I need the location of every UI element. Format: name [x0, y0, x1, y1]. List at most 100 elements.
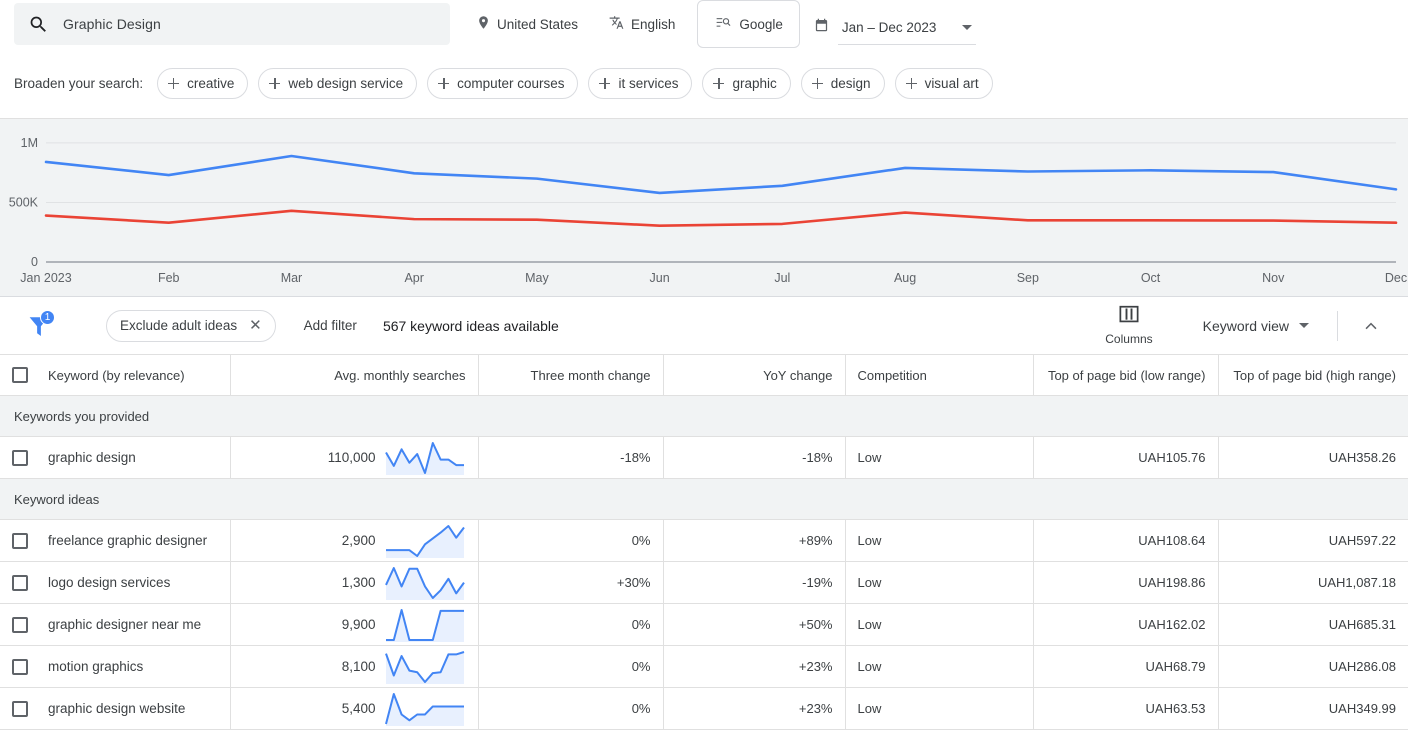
- cell-three-month-change: +30%: [478, 561, 664, 604]
- svg-text:1M: 1M: [21, 136, 38, 150]
- cell-competition: Low: [845, 561, 1034, 604]
- table-row[interactable]: logo design services 1,300 +30% -19% Low UAH1…: [0, 561, 1408, 604]
- columns-icon: [1118, 305, 1140, 329]
- chip-label: it services: [618, 75, 679, 91]
- sparkline: [385, 524, 465, 558]
- column-header-avg-monthly-searches[interactable]: Avg. monthly searches: [230, 354, 479, 396]
- keyword-text[interactable]: graphic design website: [48, 701, 185, 716]
- broaden-chip-design[interactable]: design: [800, 67, 885, 99]
- date-range-label: Jan – Dec 2023: [841, 19, 937, 35]
- cell-yoy-change: +50%: [663, 603, 846, 646]
- cell-bid-high: UAH1,087.18: [1218, 561, 1408, 604]
- collapse-panel-button[interactable]: [1354, 309, 1388, 343]
- broaden-chip-computer-courses[interactable]: computer courses: [427, 67, 579, 99]
- search-input[interactable]: Graphic Design: [14, 3, 450, 45]
- cell-bid-low: UAH63.53: [1033, 687, 1219, 730]
- location-selector[interactable]: United States: [472, 3, 582, 45]
- svg-text:Jul: Jul: [774, 271, 790, 285]
- cell-bid-high: UAH349.99: [1218, 687, 1408, 730]
- cell-bid-low: UAH162.02: [1033, 603, 1219, 646]
- network-selector[interactable]: Google: [697, 0, 800, 48]
- search-volume-trend-chart: 0 500K 1M Jan 2023 Feb Mar Apr May Jun Jul Aug Sep O…: [0, 119, 1408, 297]
- cell-keyword: graphic designer near me: [0, 603, 231, 646]
- keyword-ideas-count: 567 keyword ideas available: [382, 317, 559, 334]
- table-row[interactable]: freelance graphic designer 2,900 0% +89% Low…: [0, 519, 1408, 562]
- table-row[interactable]: graphic design website 5,400 0% +23% Low UAH6…: [0, 687, 1408, 730]
- cell-yoy-change: -18%: [663, 436, 846, 479]
- toolbar-right-group: Columns Keyword view: [1097, 305, 1394, 346]
- keyword-text[interactable]: freelance graphic designer: [48, 533, 207, 548]
- filter-icon[interactable]: 1: [24, 309, 55, 341]
- cell-avg-monthly-searches: 8,100: [230, 645, 479, 688]
- cell-keyword: logo design services: [0, 561, 231, 604]
- row-checkbox[interactable]: [12, 574, 28, 591]
- column-header-yoy-change[interactable]: YoY change: [663, 354, 846, 396]
- cell-bid-high: UAH685.31: [1218, 603, 1408, 646]
- column-header-competition[interactable]: Competition: [845, 354, 1034, 396]
- avg-monthly-searches-value: 1,300: [341, 575, 376, 590]
- chip-label: visual art: [924, 75, 979, 91]
- keyword-view-label: Keyword view: [1202, 317, 1289, 334]
- column-header-keyword-label: Keyword (by relevance): [48, 367, 185, 383]
- row-checkbox[interactable]: [12, 616, 28, 633]
- cell-three-month-change: 0%: [478, 687, 664, 730]
- cell-three-month-change: 0%: [478, 645, 664, 688]
- location-pin-icon: [476, 15, 491, 33]
- keyword-text[interactable]: graphic design: [48, 450, 136, 465]
- chip-label: computer courses: [457, 75, 565, 91]
- broaden-chip-visual-art[interactable]: visual art: [894, 67, 993, 99]
- svg-text:Dec: Dec: [1385, 271, 1407, 285]
- svg-text:May: May: [525, 271, 549, 285]
- row-checkbox[interactable]: [12, 449, 28, 466]
- keyword-text[interactable]: motion graphics: [48, 659, 143, 674]
- row-checkbox[interactable]: [12, 658, 28, 675]
- keyword-view-dropdown[interactable]: Keyword view: [1199, 318, 1313, 334]
- filter-chip-exclude-adult-ideas[interactable]: Exclude adult ideas ✕: [106, 309, 276, 342]
- broaden-chip-web-design-service[interactable]: web design service: [258, 67, 418, 99]
- row-checkbox[interactable]: [12, 532, 28, 549]
- sparkline: [384, 441, 464, 475]
- row-checkbox[interactable]: [12, 700, 28, 717]
- cell-three-month-change: 0%: [478, 603, 664, 646]
- svg-text:Aug: Aug: [894, 271, 916, 285]
- table-row[interactable]: graphic designer near me 9,900 0% +50% Low UA…: [0, 603, 1408, 646]
- column-header-bid-low[interactable]: Top of page bid (low range): [1033, 354, 1219, 396]
- keyword-text[interactable]: graphic designer near me: [48, 617, 201, 632]
- select-all-checkbox[interactable]: [12, 367, 28, 383]
- calendar-icon: [814, 17, 829, 45]
- cell-competition: Low: [845, 603, 1034, 646]
- broaden-chip-graphic[interactable]: graphic: [702, 67, 791, 99]
- table-body: Keywords you provided graphic design 110,0…: [0, 395, 1408, 730]
- close-icon[interactable]: ✕: [249, 318, 262, 333]
- chevron-down-icon[interactable]: [962, 24, 973, 30]
- table-row[interactable]: motion graphics 8,100 0% +23% Low UAH68.79 UAH…: [0, 645, 1408, 688]
- avg-monthly-searches-value: 5,400: [341, 701, 376, 716]
- columns-button[interactable]: Columns: [1097, 305, 1160, 346]
- table-group-row: Keywords you provided: [0, 395, 1408, 437]
- plus-icon: [599, 77, 611, 89]
- table-header: Keyword (by relevance) Avg. monthly sear…: [0, 354, 1408, 396]
- chip-label: web design service: [288, 75, 404, 91]
- column-header-three-month-change[interactable]: Three month change: [478, 354, 664, 396]
- keyword-text[interactable]: logo design services: [48, 575, 170, 590]
- sparkline: [384, 692, 464, 726]
- svg-text:Jan 2023: Jan 2023: [20, 271, 71, 285]
- column-header-keyword[interactable]: Keyword (by relevance): [0, 354, 231, 396]
- plus-icon: [905, 77, 917, 89]
- cell-competition: Low: [845, 687, 1034, 730]
- cell-competition: Low: [845, 436, 1034, 479]
- broaden-chip-it-services[interactable]: it services: [588, 67, 693, 99]
- toolbar-divider: [1337, 310, 1338, 341]
- network-label: Google: [739, 16, 783, 32]
- date-range-selector[interactable]: Jan – Dec 2023: [814, 3, 977, 45]
- search-icon: [28, 14, 49, 35]
- table-row[interactable]: graphic design 110,000 -18% -18% Low UAH105.7…: [0, 436, 1408, 479]
- broaden-chip-creative[interactable]: creative: [157, 67, 249, 99]
- avg-monthly-searches-value: 8,100: [341, 659, 376, 674]
- broaden-label: Broaden your search:: [14, 75, 144, 91]
- column-header-bid-high[interactable]: Top of page bid (high range): [1218, 354, 1408, 396]
- language-selector[interactable]: English: [604, 3, 679, 45]
- add-filter-button[interactable]: Add filter: [304, 318, 357, 333]
- chip-label: creative: [187, 75, 235, 91]
- avg-monthly-searches-value: 9,900: [341, 617, 376, 632]
